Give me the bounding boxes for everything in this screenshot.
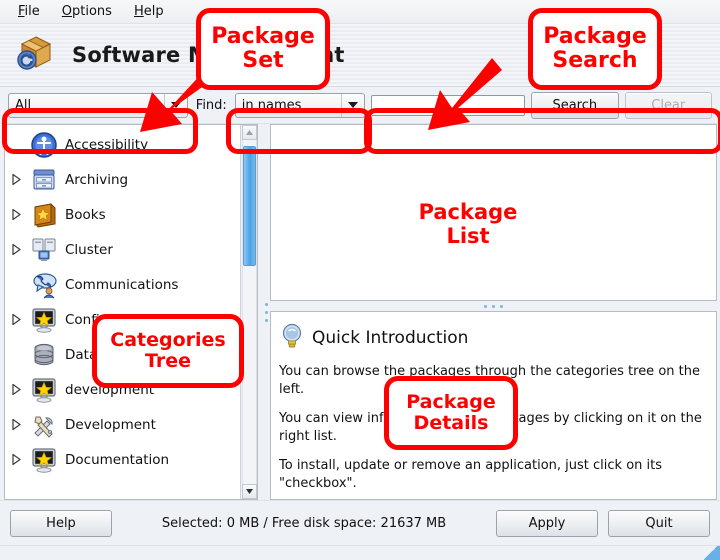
chevron-down-icon xyxy=(341,94,364,117)
app-header: Software Management xyxy=(0,24,720,87)
page-title: Software Management xyxy=(72,43,345,67)
quit-button[interactable]: Quit xyxy=(608,510,710,537)
details-header: Quick Introduction xyxy=(279,322,708,354)
help-button[interactable]: Help xyxy=(10,510,112,537)
chevron-right-icon[interactable] xyxy=(9,209,23,220)
bottom-strip xyxy=(0,545,720,560)
vertical-splitter[interactable] xyxy=(262,124,270,500)
tree-item-documentation[interactable]: Documentation xyxy=(5,442,240,477)
scrollbar-track[interactable] xyxy=(242,140,257,484)
lightbulb-icon xyxy=(279,322,305,354)
chevron-down-icon xyxy=(164,94,187,117)
resize-grip[interactable] xyxy=(704,546,720,560)
package-list[interactable] xyxy=(270,124,717,301)
splitter-dot xyxy=(265,311,268,314)
chevron-right-icon[interactable] xyxy=(9,174,23,185)
main-body: Accessibility xyxy=(0,124,720,500)
tree-vertical-scrollbar[interactable] xyxy=(240,125,257,499)
cluster-icon xyxy=(29,235,59,265)
tree-item-label: Development xyxy=(65,417,156,433)
tree-item-label: Communications xyxy=(65,277,178,293)
chevron-right-icon[interactable] xyxy=(9,314,23,325)
details-title: Quick Introduction xyxy=(312,328,468,348)
package-set-value: All xyxy=(9,98,164,113)
tree-item-archiving[interactable]: Archiving xyxy=(5,162,240,197)
tree-item-communications[interactable]: Communications xyxy=(5,267,240,302)
splitter-dot xyxy=(265,303,268,306)
menu-file[interactable]: File xyxy=(8,2,50,21)
package-set-combo[interactable]: All xyxy=(8,93,188,118)
books-icon xyxy=(29,200,59,230)
menu-options[interactable]: Options xyxy=(52,2,122,21)
menu-help-rest: elp xyxy=(144,4,164,19)
find-mode-value: in names xyxy=(236,98,341,113)
apply-button[interactable]: Apply xyxy=(496,510,598,537)
menu-file-rest: ile xyxy=(25,4,40,19)
menu-help[interactable]: Help xyxy=(124,2,174,21)
communications-icon xyxy=(29,270,59,300)
tree-item-label: Cluster xyxy=(65,242,113,258)
scrollbar-thumb[interactable] xyxy=(243,146,256,266)
monitor-star-icon xyxy=(29,445,59,475)
splitter-dot xyxy=(265,319,268,322)
scroll-up-button[interactable] xyxy=(242,125,257,140)
categories-tree[interactable]: Accessibility xyxy=(5,125,240,499)
tree-item-development-lower[interactable]: development xyxy=(5,372,240,407)
tree-item-accessibility[interactable]: Accessibility xyxy=(5,127,240,162)
tree-item-books[interactable]: Books xyxy=(5,197,240,232)
details-paragraph-1: You can browse the packages through the … xyxy=(279,363,708,399)
details-paragraph-2: You can view information about packages … xyxy=(279,410,708,446)
chevron-right-icon[interactable] xyxy=(9,384,23,395)
find-mode-combo[interactable]: in names xyxy=(235,93,365,118)
categories-tree-panel: Accessibility xyxy=(4,124,258,500)
tree-item-label: Documentation xyxy=(65,452,169,468)
splitter-dot xyxy=(484,305,487,308)
tree-item-label: Books xyxy=(65,207,106,223)
tree-item-configuration[interactable]: Configuration xyxy=(5,302,240,337)
search-button[interactable]: Search xyxy=(531,92,618,119)
status-text: Selected: 0 MB / Free disk space: 21637 … xyxy=(122,516,486,531)
find-label: Find: xyxy=(194,98,229,113)
database-icon xyxy=(29,340,59,370)
statusbar: Help Selected: 0 MB / Free disk space: 2… xyxy=(0,500,720,545)
splitter-dot xyxy=(500,305,503,308)
menubar: File Options Help xyxy=(0,0,720,24)
menu-options-rest: ptions xyxy=(72,4,112,19)
accessibility-icon xyxy=(29,130,59,160)
tree-item-databases[interactable]: Databases xyxy=(5,337,240,372)
monitor-star-icon xyxy=(29,305,59,335)
tree-item-label: Accessibility xyxy=(65,137,148,153)
filter-toolbar: All Find: in names Search Clear xyxy=(0,87,720,124)
chevron-right-icon[interactable] xyxy=(9,419,23,430)
software-management-window: File Options Help Software Management xyxy=(0,0,720,560)
tree-item-development-upper[interactable]: Development xyxy=(5,407,240,442)
monitor-star-icon xyxy=(29,375,59,405)
search-input[interactable] xyxy=(371,95,525,116)
right-column: Quick Introduction You can browse the pa… xyxy=(270,124,717,500)
horizontal-splitter[interactable] xyxy=(270,301,717,311)
details-paragraph-3: To install, update or remove an applicat… xyxy=(279,457,708,493)
tree-item-cluster[interactable]: Cluster xyxy=(5,232,240,267)
chevron-right-icon[interactable] xyxy=(9,244,23,255)
tools-icon xyxy=(29,410,59,440)
scroll-down-button[interactable] xyxy=(242,484,257,499)
package-box-logo-icon xyxy=(14,31,58,79)
package-details-panel: Quick Introduction You can browse the pa… xyxy=(270,311,717,500)
tree-item-label: Databases xyxy=(65,347,136,363)
tree-item-label: Archiving xyxy=(65,172,128,188)
clear-button[interactable]: Clear xyxy=(625,92,712,119)
tree-item-label: development xyxy=(65,382,154,398)
splitter-dot xyxy=(492,305,495,308)
tree-item-label: Configuration xyxy=(65,312,157,328)
chevron-right-icon[interactable] xyxy=(9,454,23,465)
archiving-icon xyxy=(29,165,59,195)
